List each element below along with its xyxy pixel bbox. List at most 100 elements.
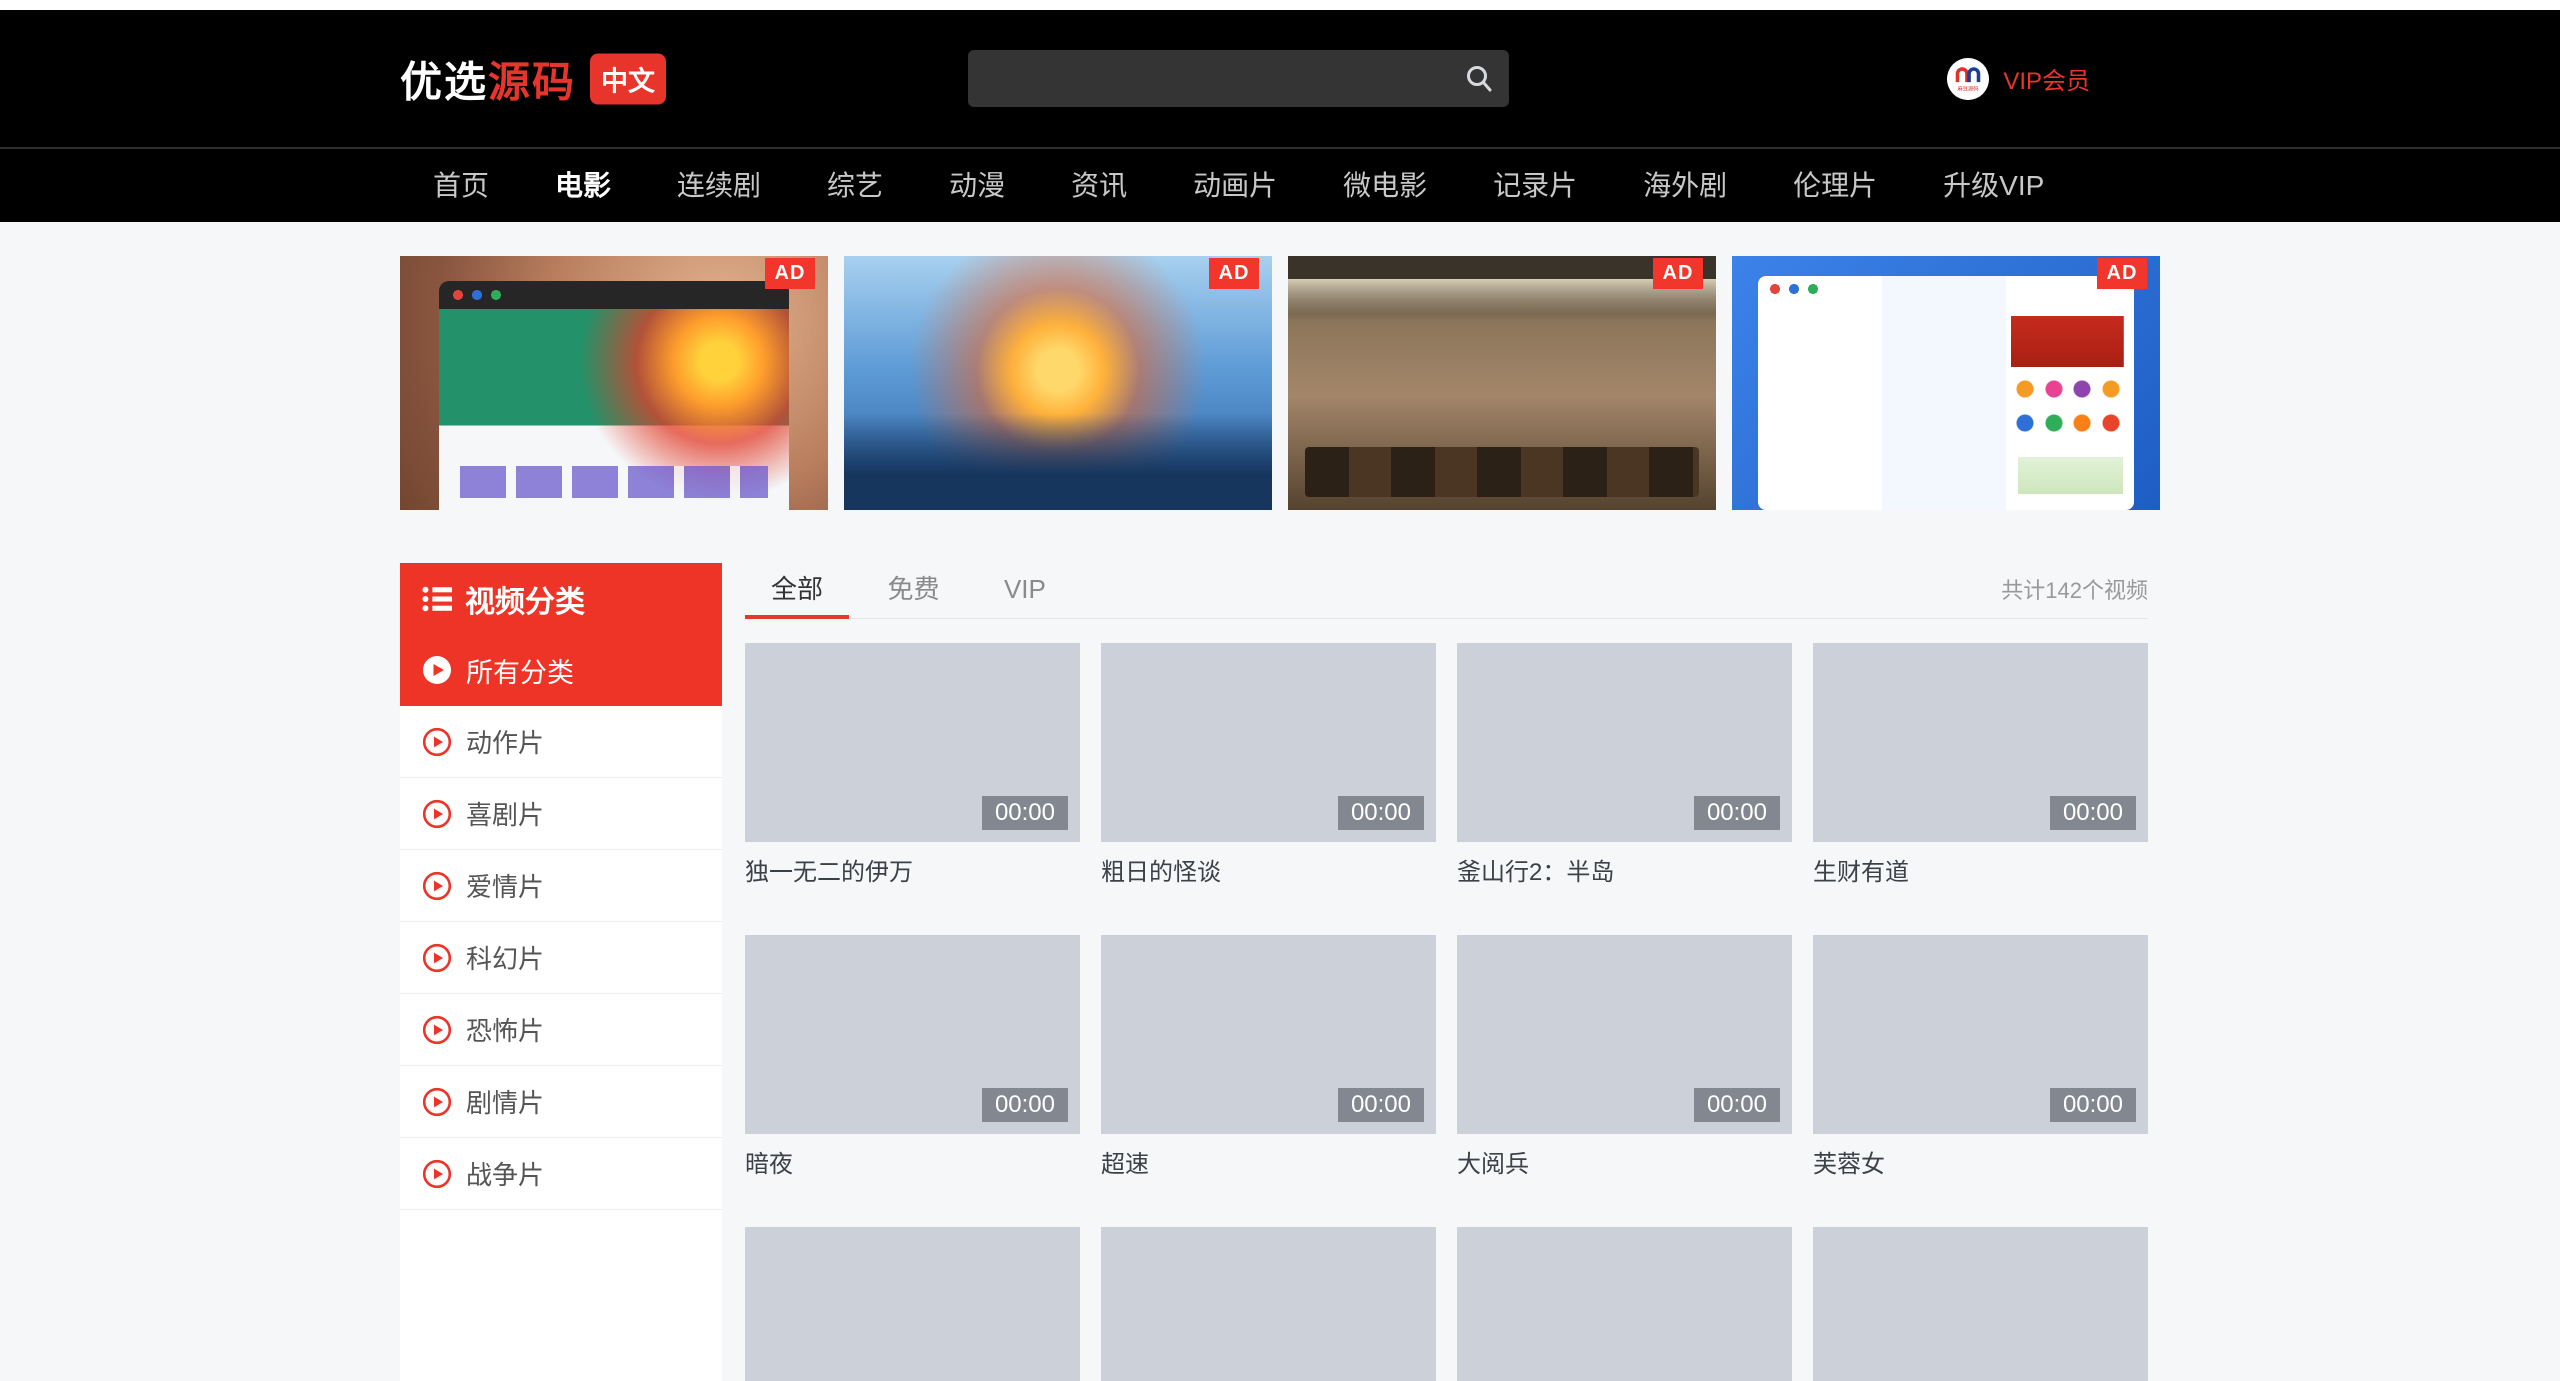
filter-tabs: 全部 免费 VIP 共计142个视频 — [745, 563, 2148, 619]
sidebar-item[interactable]: 爱情片 — [400, 850, 722, 922]
play-circle-icon — [422, 1087, 452, 1116]
sidebar-item[interactable]: 动作片 — [400, 706, 722, 778]
duration-badge: 00:00 — [1693, 1088, 1780, 1122]
video-card[interactable]: 00:00 粗日的怪谈 — [1101, 643, 1436, 887]
vip-member-link[interactable]: 麻豆源码 VIP会员 — [1947, 57, 2090, 100]
nav-item[interactable]: 升级VIP — [1910, 149, 2077, 222]
video-title[interactable]: 独一无二的伊万 — [745, 859, 1080, 887]
nav-item[interactable]: 动漫 — [916, 149, 1038, 222]
video-count: 共计142个视频 — [2001, 578, 2148, 603]
video-card[interactable]: 00:00 芙蓉女 — [1813, 935, 2148, 1179]
nav-item[interactable]: 电影 — [522, 149, 644, 222]
sidebar-item-label: 剧情片 — [466, 1088, 545, 1118]
filter-tab[interactable]: 全部 — [745, 563, 850, 619]
avatar-caption: 麻豆源码 — [1958, 84, 1979, 92]
search-icon — [1467, 66, 1492, 92]
nav-item[interactable]: 动画片 — [1160, 149, 1310, 222]
video-card[interactable] — [1101, 1227, 1436, 1381]
sidebar-item[interactable]: 战争片 — [400, 1138, 722, 1210]
video-card[interactable]: 00:00 大阅兵 — [1457, 935, 1792, 1179]
logo-text-accent: 源码 — [488, 58, 577, 105]
ad-badge: AD — [765, 258, 815, 289]
sidebar-item-label: 爱情片 — [466, 872, 545, 902]
video-thumbnail[interactable]: 00:00 — [1101, 643, 1436, 842]
play-circle-icon — [422, 727, 452, 756]
video-card[interactable] — [745, 1227, 1080, 1381]
sidebar-item[interactable]: 喜剧片 — [400, 778, 722, 850]
ad-badge: AD — [1209, 258, 1259, 289]
video-title[interactable]: 生财有道 — [1813, 859, 2148, 887]
sidebar-item-label: 动作片 — [466, 728, 545, 758]
filter-tab[interactable]: VIP — [978, 563, 1072, 619]
ad-banner-3[interactable]: AD — [1288, 256, 1716, 510]
nav-item[interactable]: 综艺 — [794, 149, 916, 222]
video-thumbnail[interactable]: 00:00 — [1457, 935, 1792, 1134]
video-thumbnail[interactable] — [1457, 1227, 1792, 1381]
video-title[interactable]: 超速 — [1101, 1151, 1436, 1179]
video-card[interactable]: 00:00 生财有道 — [1813, 643, 2148, 887]
video-card[interactable]: 00:00 釜山行2：半岛 — [1457, 643, 1792, 887]
sidebar-item[interactable]: 恐怖片 — [400, 994, 722, 1066]
nav-item[interactable]: 微电影 — [1310, 149, 1460, 222]
video-thumbnail[interactable]: 00:00 — [1813, 643, 2148, 842]
duration-badge: 00:00 — [1337, 1088, 1424, 1122]
nav-item[interactable]: 首页 — [400, 149, 522, 222]
video-thumbnail[interactable]: 00:00 — [1813, 935, 2148, 1134]
play-circle-icon — [422, 943, 452, 972]
list-icon — [422, 586, 452, 611]
ad-banner-4[interactable]: AD — [1732, 256, 2160, 510]
site-logo[interactable]: 优选 源码 中文 — [400, 48, 667, 109]
video-card[interactable] — [1813, 1227, 2148, 1381]
nav-item[interactable]: 记录片 — [1460, 149, 1610, 222]
sidebar-item-label: 喜剧片 — [466, 800, 545, 830]
sidebar-item-label: 恐怖片 — [466, 1016, 545, 1046]
sidebar-item[interactable]: 剧情片 — [400, 1066, 722, 1138]
video-title[interactable]: 粗日的怪谈 — [1101, 859, 1436, 887]
nav-item[interactable]: 资讯 — [1038, 149, 1160, 222]
play-circle-icon — [422, 799, 452, 828]
duration-badge: 00:00 — [2049, 1088, 2136, 1122]
logo-text-primary: 优选 — [400, 58, 489, 105]
video-thumbnail[interactable]: 00:00 — [745, 935, 1080, 1134]
nav-item[interactable]: 海外剧 — [1610, 149, 1760, 222]
ad-banner-1-art — [438, 281, 790, 510]
video-title[interactable]: 芙蓉女 — [1813, 1151, 2148, 1179]
search-input[interactable] — [968, 50, 1509, 107]
ad-banner-1[interactable]: AD — [400, 256, 828, 510]
play-circle-icon — [422, 1015, 452, 1044]
sidebar-title: 视频分类 — [465, 585, 585, 619]
video-card[interactable]: 00:00 超速 — [1101, 935, 1436, 1179]
video-thumbnail[interactable] — [745, 1227, 1080, 1381]
nav-item[interactable]: 连续剧 — [644, 149, 794, 222]
ad-banner-row: AD AD AD AD — [400, 256, 2160, 510]
search-button[interactable] — [1463, 63, 1495, 95]
duration-badge: 00:00 — [2049, 796, 2136, 830]
play-circle-icon — [423, 656, 451, 684]
sidebar-item-all-categories[interactable]: 所有分类 — [400, 634, 722, 706]
video-grid: 00:00 独一无二的伊万 00:00 粗日的怪谈 00:00 釜山行2：半岛 … — [745, 643, 2148, 1381]
duration-badge: 00:00 — [981, 1088, 1068, 1122]
sidebar-item-label: 科幻片 — [466, 944, 545, 974]
video-card[interactable] — [1457, 1227, 1792, 1381]
logo-language-badge: 中文 — [590, 53, 667, 104]
ad-banner-2[interactable]: AD — [844, 256, 1272, 510]
nav-item[interactable]: 伦理片 — [1760, 149, 1910, 222]
video-thumbnail[interactable]: 00:00 — [1457, 643, 1792, 842]
video-thumbnail[interactable] — [1101, 1227, 1436, 1381]
duration-badge: 00:00 — [1337, 796, 1424, 830]
video-thumbnail[interactable] — [1813, 1227, 2148, 1381]
ad-badge: AD — [1653, 258, 1703, 289]
video-title[interactable]: 大阅兵 — [1457, 1151, 1792, 1179]
video-card[interactable]: 00:00 暗夜 — [745, 935, 1080, 1179]
video-thumbnail[interactable]: 00:00 — [745, 643, 1080, 842]
ad-banner-4-art — [1757, 276, 2135, 510]
browser-top-strip — [0, 0, 2560, 10]
video-thumbnail[interactable]: 00:00 — [1101, 935, 1436, 1134]
video-card[interactable]: 00:00 独一无二的伊万 — [745, 643, 1080, 887]
sidebar-item[interactable]: 科幻片 — [400, 922, 722, 994]
video-title[interactable]: 釜山行2：半岛 — [1457, 859, 1792, 887]
video-title[interactable]: 暗夜 — [745, 1151, 1080, 1179]
search-box — [968, 50, 1509, 107]
filter-tab[interactable]: 免费 — [861, 563, 965, 619]
vip-label: VIP会员 — [2003, 68, 2090, 95]
